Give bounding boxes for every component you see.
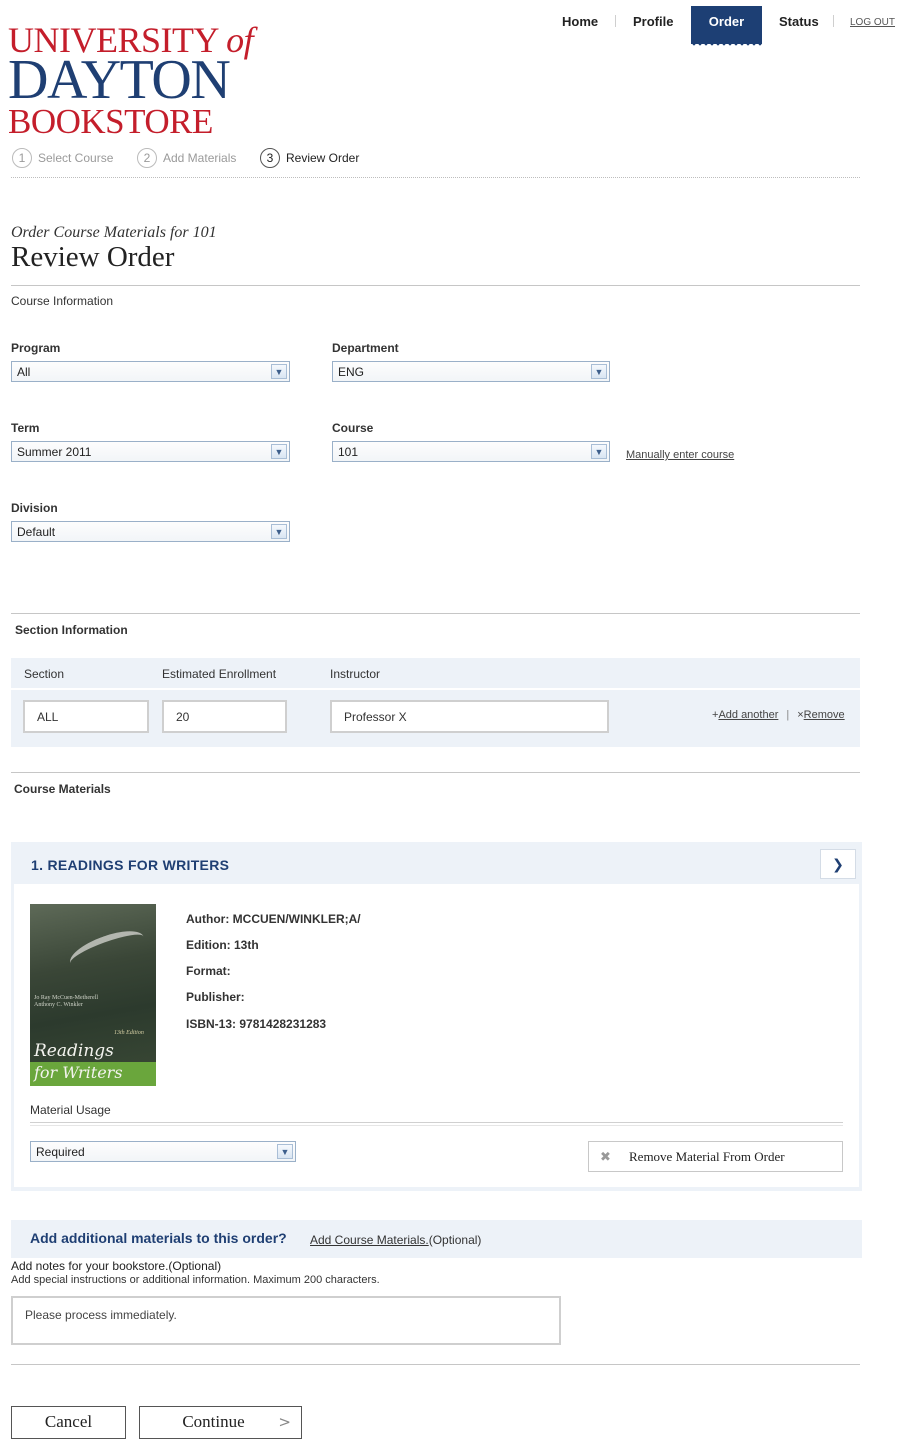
cover-authors: Jo Ray McCuen-Metherell Anthony C. Winkl… [34, 995, 98, 1009]
collapse-material-button[interactable]: ❯ [820, 849, 856, 879]
step-label: Add Materials [163, 151, 237, 165]
nav-separator [833, 15, 834, 27]
course-info-heading: Course Information [11, 294, 114, 308]
section-table-header [11, 658, 860, 688]
enrollment-input[interactable]: 20 [162, 700, 287, 733]
add-another-link[interactable]: Add another [718, 709, 778, 721]
close-icon: ✖ [600, 1149, 611, 1164]
book-cover-image: Jo Ray McCuen-Metherell Anthony C. Winkl… [30, 904, 156, 1086]
cover-title-line2: for Writers [34, 1063, 123, 1082]
step-label: Select Course [38, 151, 114, 165]
nav-order-label: Order [708, 14, 745, 29]
col-section-label: Section [24, 667, 65, 681]
material-publisher: Publisher: [186, 990, 245, 1004]
cover-edition: 13th Edition [114, 1030, 144, 1036]
chevron-down-icon: ❯ [832, 856, 844, 872]
chevron-down-icon: ▼ [271, 444, 287, 459]
term-select[interactable]: Summer 2011 ▼ [11, 441, 290, 462]
step-number: 3 [260, 148, 280, 168]
logo-of-text: of [226, 20, 254, 60]
section-info-heading: Section Information [15, 623, 128, 637]
department-value: ENG [338, 365, 365, 379]
material-edition: Edition: 13th [186, 938, 259, 952]
logo-line-bookstore: BOOKSTORE [8, 102, 213, 141]
divider [11, 1364, 860, 1365]
logo-line-dayton: DAYTON [8, 49, 231, 111]
chevron-right-icon: > [278, 1413, 291, 1431]
logout-link[interactable]: LOG OUT [850, 17, 895, 28]
nav-profile[interactable]: Profile [633, 14, 673, 29]
step-number: 2 [137, 148, 157, 168]
chevron-down-icon: ▼ [591, 444, 607, 459]
step-number: 1 [12, 148, 32, 168]
division-label: Division [11, 501, 58, 515]
remove-section-link[interactable]: Remove [804, 709, 845, 721]
notes-title: Add notes for your bookstore.(Optional) [11, 1259, 222, 1273]
program-select[interactable]: All ▼ [11, 361, 290, 382]
material-author: Author: MCCUEN/WINKLER;A/ [186, 912, 361, 926]
material-divider [30, 1125, 843, 1126]
chevron-down-icon: ▼ [271, 524, 287, 539]
term-label: Term [11, 421, 40, 435]
cancel-button[interactable]: Cancel [11, 1406, 126, 1439]
cover-title-line1: Readings [34, 1041, 114, 1061]
page-title: Review Order [11, 241, 175, 273]
course-materials-heading: Course Materials [14, 782, 111, 796]
step-review-order: 3 Review Order [260, 147, 359, 169]
step-label: Review Order [286, 151, 360, 165]
course-select[interactable]: 101 ▼ [332, 441, 610, 462]
material-title: 1. READINGS FOR WRITERS [31, 857, 230, 873]
term-value: Summer 2011 [17, 445, 92, 459]
col-instructor-label: Instructor [330, 667, 381, 681]
additional-materials-question: Add additional materials to this order? [30, 1230, 287, 1246]
program-label: Program [11, 341, 61, 355]
material-usage-select[interactable]: Required ▼ [30, 1141, 296, 1162]
nav-separator [615, 15, 616, 27]
remove-material-label: Remove Material From Order [629, 1149, 785, 1164]
continue-button[interactable]: Continue > [139, 1406, 302, 1439]
chevron-down-icon: ▼ [277, 1144, 293, 1159]
divider [11, 772, 860, 773]
department-label: Department [332, 341, 399, 355]
nav-order-zigzag [691, 43, 762, 48]
instructor-input[interactable]: Professor X [330, 700, 609, 733]
actions-separator: | [786, 709, 790, 721]
cover-boat-shape [65, 923, 149, 977]
course-value: 101 [338, 445, 359, 459]
steps-divider [11, 177, 860, 178]
step-select-course: 1 Select Course [12, 147, 113, 169]
material-divider [30, 1122, 843, 1123]
manually-enter-course-link[interactable]: Manually enter course [626, 449, 734, 461]
optional-text: (Optional) [428, 1233, 482, 1247]
divider [11, 613, 860, 614]
chevron-down-icon: ▼ [591, 364, 607, 379]
nav-order[interactable]: Order [691, 6, 762, 48]
section-input[interactable]: ALL [23, 700, 149, 733]
material-format: Format: [186, 964, 231, 978]
nav-status[interactable]: Status [779, 14, 819, 29]
notes-subtitle: Add special instructions or additional i… [11, 1274, 380, 1286]
step-add-materials: 2 Add Materials [137, 147, 236, 169]
row-actions: +Add another | ×Remove [712, 709, 845, 721]
cancel-label: Cancel [44, 1412, 93, 1431]
division-value: Default [17, 525, 56, 539]
material-usage-value: Required [36, 1145, 85, 1159]
continue-label: Continue [182, 1412, 245, 1431]
add-course-materials-row: Add Course Materials.(Optional) [310, 1233, 481, 1247]
material-usage-label: Material Usage [30, 1103, 111, 1117]
course-label: Course [332, 421, 374, 435]
col-enrollment-label: Estimated Enrollment [162, 667, 277, 681]
add-course-materials-link[interactable]: Add Course Materials. [310, 1233, 429, 1247]
chevron-down-icon: ▼ [271, 364, 287, 379]
notes-textarea[interactable]: Please process immediately. [11, 1296, 561, 1345]
program-value: All [17, 365, 31, 379]
nav-home[interactable]: Home [562, 14, 598, 29]
remove-material-button[interactable]: ✖ Remove Material From Order [588, 1141, 843, 1172]
material-isbn: ISBN-13: 9781428231283 [186, 1017, 327, 1031]
divider [11, 285, 860, 286]
department-select[interactable]: ENG ▼ [332, 361, 610, 382]
page-subtitle: Order Course Materials for 101 [11, 224, 217, 241]
division-select[interactable]: Default ▼ [11, 521, 290, 542]
